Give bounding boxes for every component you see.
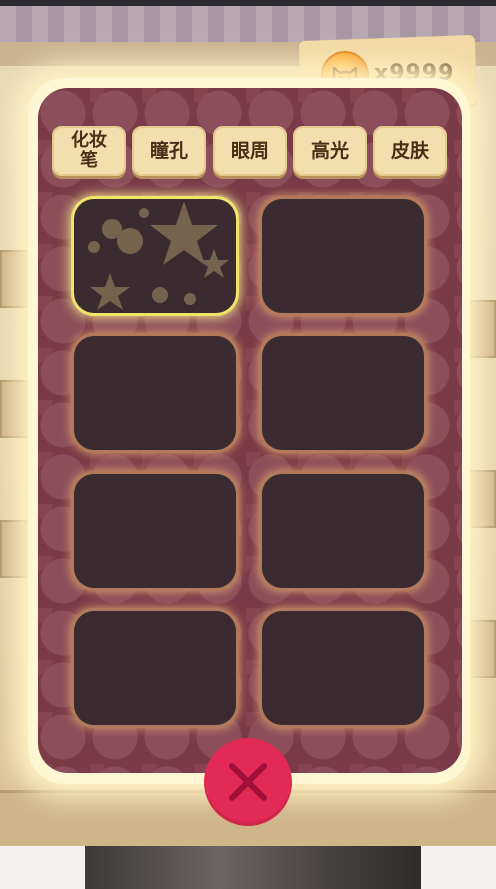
tab-label: 皮肤 <box>390 140 429 162</box>
category-tabs: 化妆 笔 瞳孔 眼周 高光 皮肤 <box>52 126 448 180</box>
item-slot[interactable] <box>262 611 424 725</box>
item-slot[interactable] <box>262 336 424 450</box>
tab-highlight[interactable]: 高光 <box>293 126 367 176</box>
item-slot[interactable] <box>74 336 236 450</box>
item-slot[interactable] <box>262 199 424 313</box>
item-slot[interactable] <box>74 611 236 725</box>
close-x-icon <box>229 763 267 801</box>
tab-pupil[interactable]: 瞳孔 <box>132 126 206 176</box>
close-button[interactable] <box>204 738 292 826</box>
item-slot[interactable] <box>262 474 424 588</box>
tab-eye-area[interactable]: 眼周 <box>213 126 287 176</box>
video-ad-thumbnail[interactable] <box>85 846 421 889</box>
item-slot[interactable] <box>74 474 236 588</box>
star-pattern-icon <box>88 201 229 310</box>
item-slot-selected[interactable] <box>74 199 236 313</box>
tab-label: 化妆 笔 <box>71 130 107 171</box>
tab-label: 眼周 <box>230 140 269 162</box>
tab-makeup-pen[interactable]: 化妆 笔 <box>52 126 126 176</box>
tab-label: 瞳孔 <box>149 140 188 162</box>
tab-label: 高光 <box>310 140 349 162</box>
tab-skin[interactable]: 皮肤 <box>373 126 447 176</box>
